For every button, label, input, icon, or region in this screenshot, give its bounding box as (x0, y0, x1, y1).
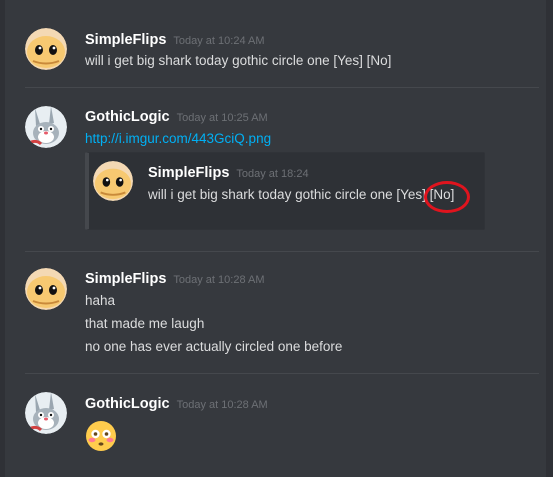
message-timestamp: Today at 10:25 AM (176, 112, 268, 124)
image-embed[interactable]: SimpleFlips Today at 18:24 will i get big… (85, 152, 485, 230)
embed-timestamp: Today at 18:24 (236, 168, 309, 180)
bugs-bunny-avatar[interactable] (25, 106, 67, 148)
message-username[interactable]: GothicLogic Today at 10:25 AM (85, 109, 268, 125)
face-avatar[interactable] (25, 268, 67, 310)
message-timestamp: Today at 10:28 AM (176, 399, 268, 411)
message-timestamp: Today at 10:24 AM (173, 35, 265, 47)
message-text: that made me laugh (85, 316, 205, 331)
scrollbar[interactable] (546, 0, 553, 477)
face-avatar (93, 161, 133, 201)
message-text: no one has ever actually circled one bef… (85, 339, 343, 354)
chat-left-border (0, 0, 5, 477)
flushed-face-emoji (85, 420, 117, 457)
message-username[interactable]: GothicLogic Today at 10:28 AM (85, 396, 268, 412)
embed-text: will i get big shark today gothic circle… (148, 181, 470, 213)
message-username[interactable]: SimpleFlips Today at 10:24 AM (85, 32, 265, 48)
red-circle-mark (423, 181, 470, 213)
message-text: haha (85, 293, 116, 308)
message-link-line: http://i.imgur.com/443GciQ.png (85, 131, 271, 146)
message-username[interactable]: SimpleFlips Today at 10:28 AM (85, 271, 265, 287)
message-divider (25, 87, 539, 88)
message-timestamp: Today at 10:28 AM (173, 274, 265, 286)
message-text: will i get big shark today gothic circle… (85, 53, 392, 68)
face-avatar[interactable] (25, 28, 67, 70)
message-divider (25, 373, 539, 374)
message-divider (25, 251, 539, 252)
image-link[interactable]: http://i.imgur.com/443GciQ.png (85, 131, 271, 146)
embed-username: SimpleFlips Today at 18:24 (148, 165, 309, 181)
bugs-bunny-avatar[interactable] (25, 392, 67, 434)
circled-option: [No] (423, 181, 470, 213)
